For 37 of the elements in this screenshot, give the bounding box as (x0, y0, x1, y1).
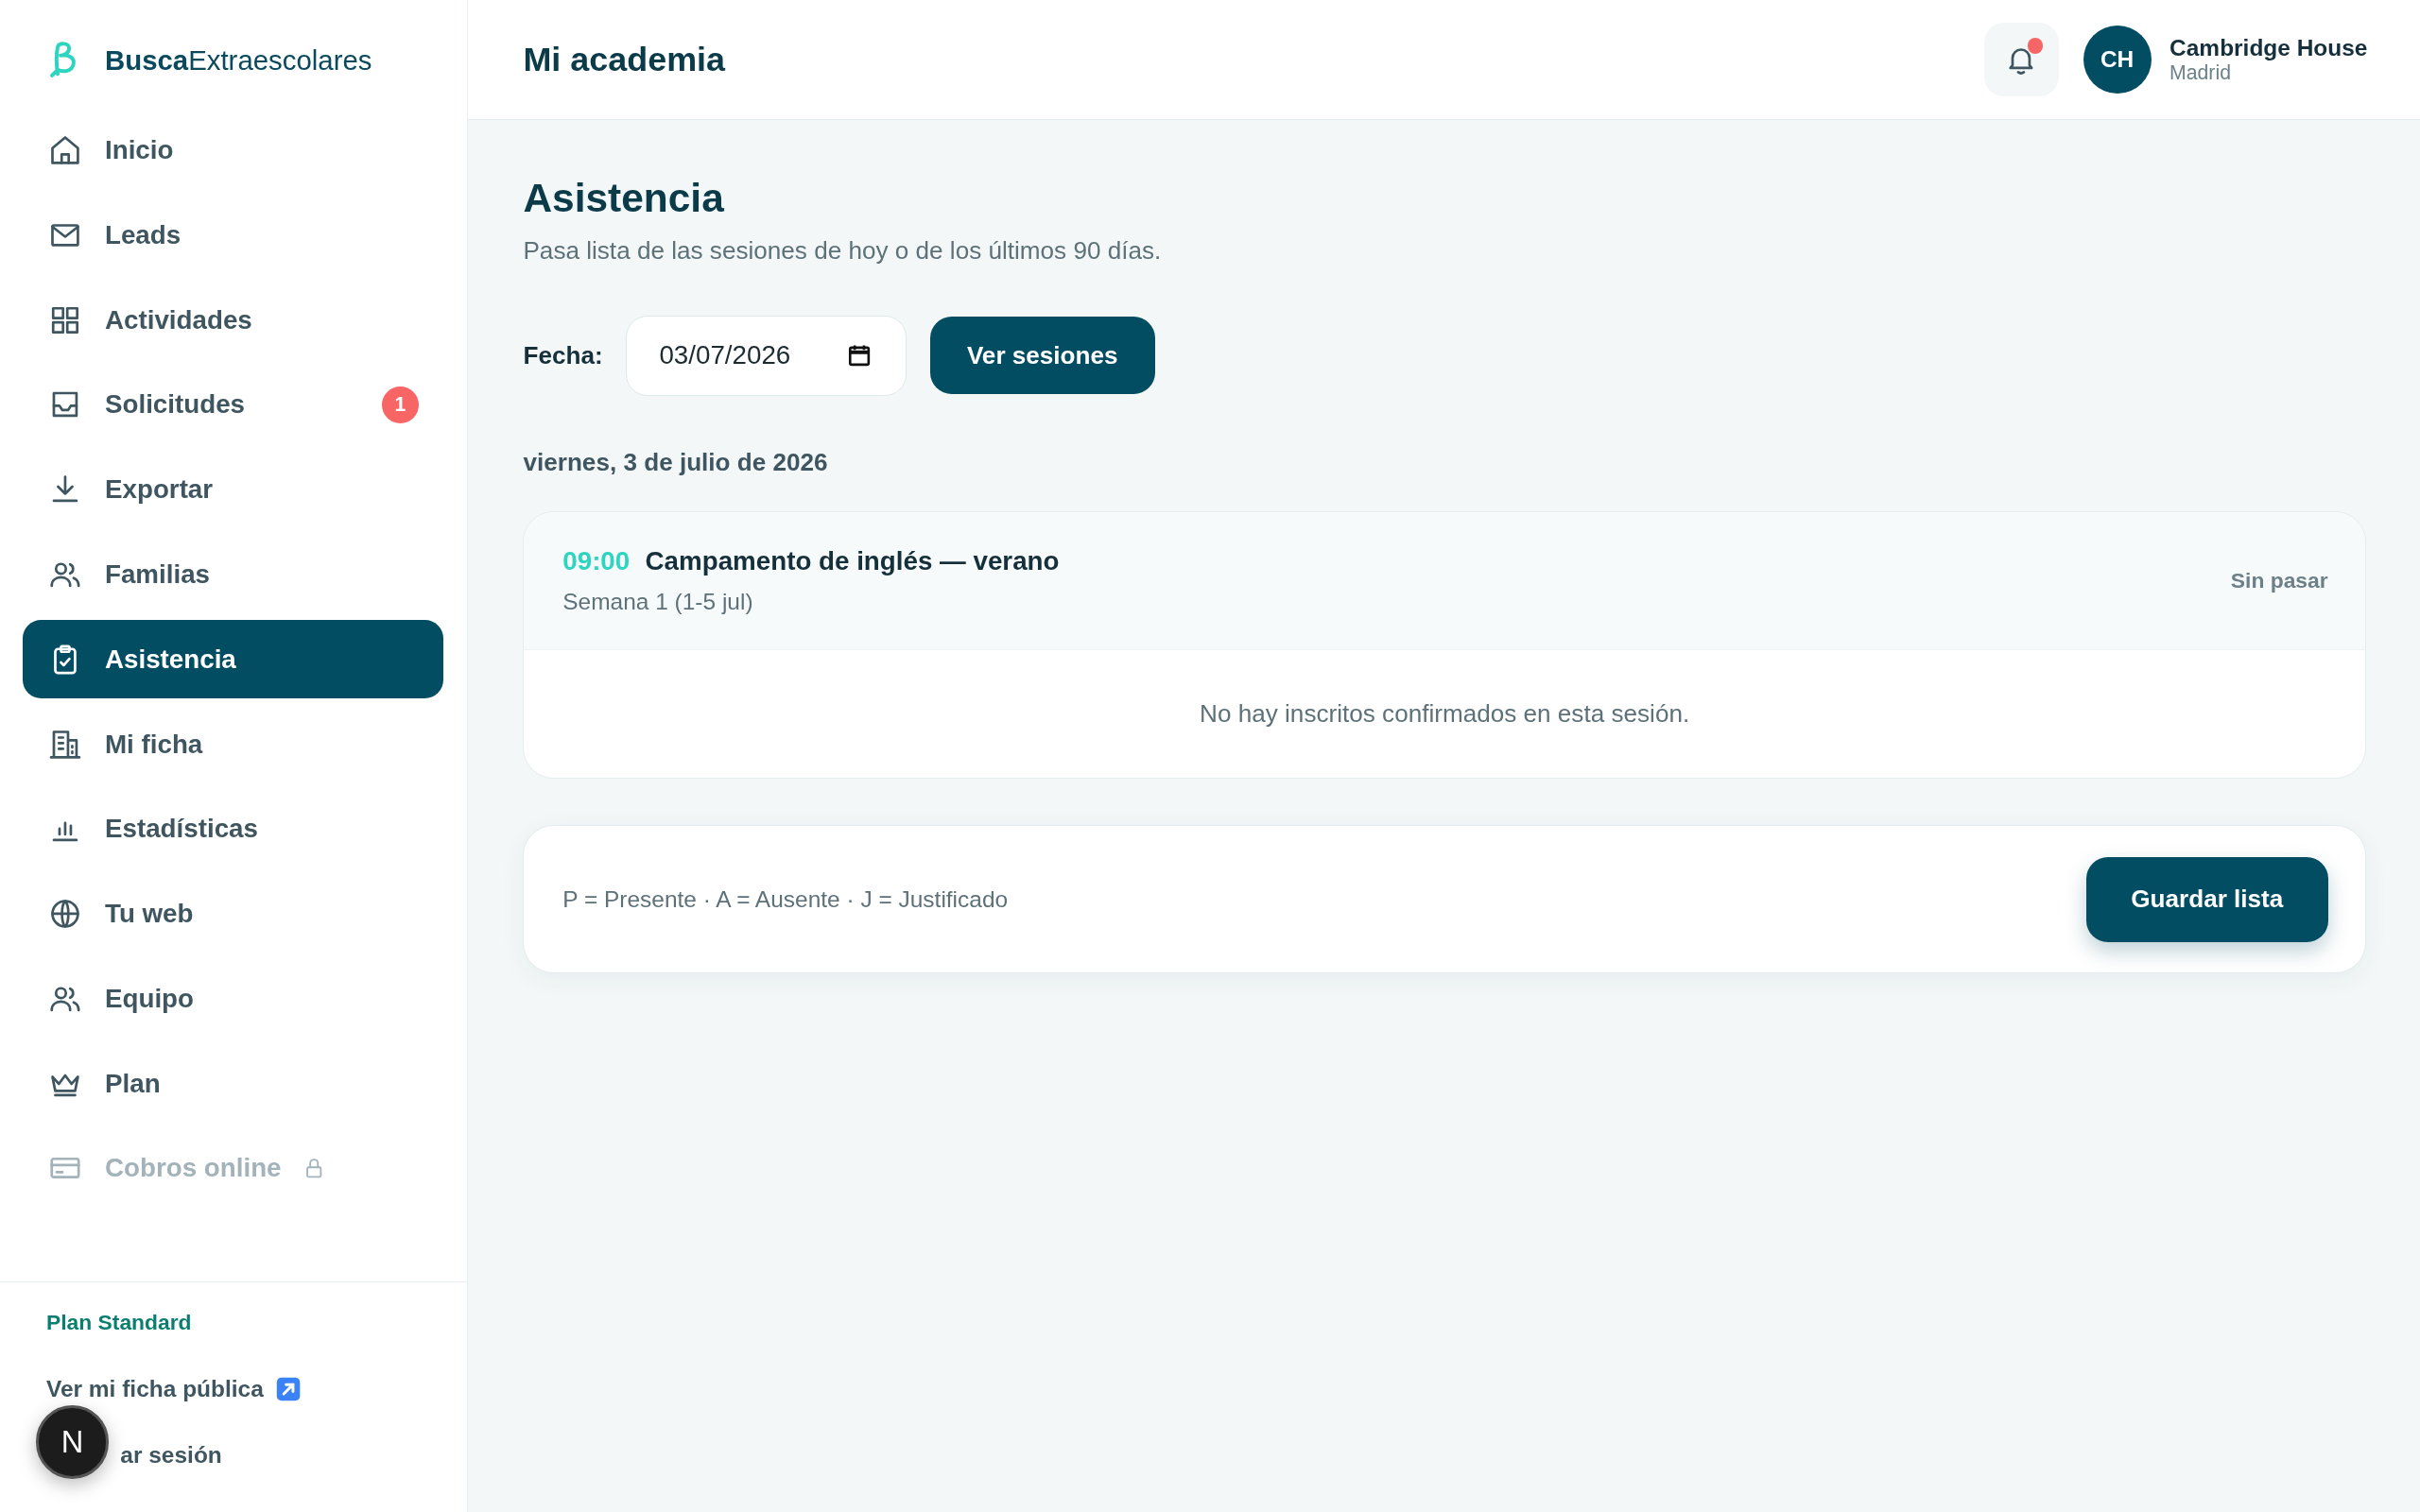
avatar[interactable]: CH (2083, 26, 2152, 94)
sidebar-item[interactable]: Solicitudes 1 (23, 365, 444, 445)
save-list-button[interactable]: Guardar lista (2085, 856, 2328, 942)
user-name: Cambridge House (2169, 35, 2368, 62)
calendar-icon (847, 343, 873, 369)
sidebar-item[interactable]: Tu web (23, 874, 444, 954)
session-title: Campamento de inglés — verano (645, 545, 1060, 576)
date-field[interactable]: 03/07/2026 (626, 315, 908, 396)
empty-message: No hay inscritos confirmados en esta sesión. (1200, 699, 1690, 730)
sidebar-item[interactable]: Equipo (23, 959, 444, 1039)
plan-label: Plan Standard (45, 1310, 192, 1336)
sidebar-item[interactable]: Inicio (23, 111, 444, 190)
session-status: Sin pasar (2230, 567, 2328, 593)
user-city: Madrid (2169, 61, 2232, 85)
sidebar-item[interactable]: Estadísticas (23, 789, 444, 868)
page-title: Asistencia (523, 176, 725, 222)
page-subtitle: Pasa lista de las sesiones de hoy o de los últimos 90 días. (523, 236, 1163, 266)
notifications-button[interactable] (1984, 23, 2059, 97)
sidebar-item[interactable]: Actividades (23, 281, 444, 360)
sidebar-item[interactable]: Leads (23, 196, 444, 275)
brand-name[interactable]: BuscaExtraescolares (105, 43, 372, 77)
legend-text: P = Presente · A = Ausente · J = Justificado (562, 885, 1009, 913)
logout-link[interactable]: ar sesión (120, 1442, 222, 1469)
external-link-icon (275, 1376, 301, 1401)
count-badge: 1 (381, 386, 420, 423)
date-heading: viernes, 3 de julio de 2026 (523, 448, 829, 478)
sidebar-item[interactable]: Familias (23, 535, 444, 614)
date-label: Fecha: (523, 340, 603, 370)
sidebar-item[interactable]: Exportar (23, 450, 444, 529)
sidebar-item[interactable]: Mi ficha (23, 704, 444, 784)
page-header-title: Mi academia (523, 40, 727, 80)
sidebar-item[interactable]: Asistencia (23, 620, 444, 699)
view-sessions-button[interactable]: Ver sesiones (929, 317, 1155, 394)
public-profile-link[interactable]: Ver mi ficha pública (45, 1375, 301, 1402)
session-subtitle: Semana 1 (1-5 jul) (562, 588, 754, 615)
sidebar-item[interactable]: Plan (23, 1043, 444, 1124)
session-time: 09:00 (562, 545, 631, 576)
